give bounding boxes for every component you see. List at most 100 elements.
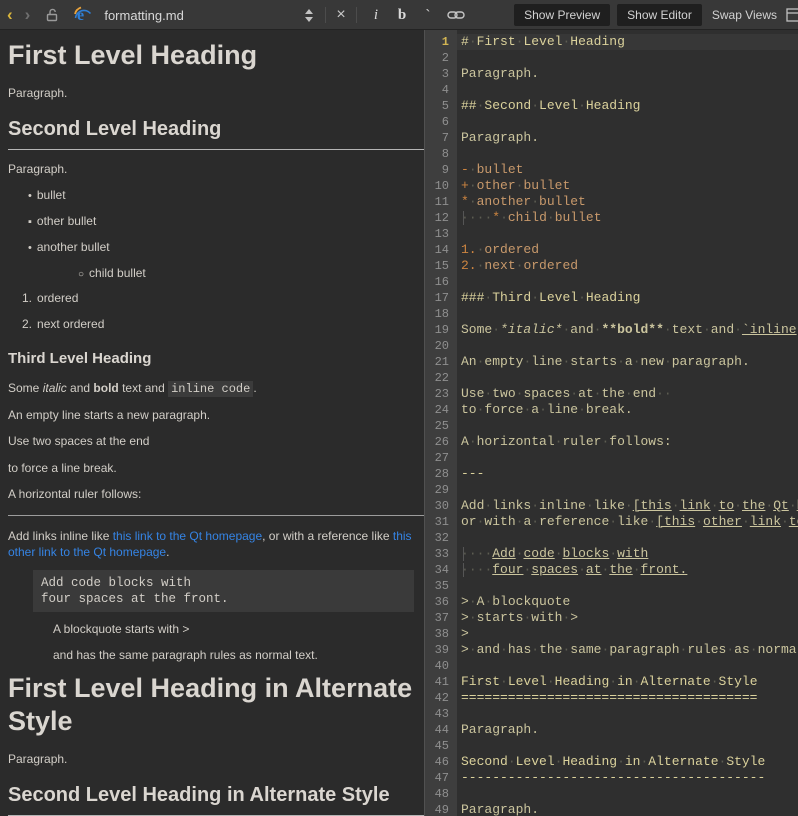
editor-line[interactable] <box>457 274 798 290</box>
editor-line[interactable] <box>457 738 798 754</box>
markdown-preview-pane[interactable]: First Level Heading Paragraph. Second Le… <box>0 30 424 816</box>
editor-line[interactable]: ····Add·code·blocks·with <box>457 546 798 562</box>
editor-line[interactable]: ····*·child·bullet <box>457 210 798 226</box>
line-number: 47 <box>425 770 457 786</box>
editor-line[interactable]: Paragraph. <box>457 66 798 82</box>
open-document-name[interactable]: formatting.md <box>104 8 183 23</box>
editor-line[interactable]: An·empty·line·starts·a·new·paragraph. <box>457 354 798 370</box>
editor-line[interactable]: Use·two·spaces·at·the·end·· <box>457 386 798 402</box>
italic-format-button[interactable]: i <box>363 0 389 30</box>
editor-line[interactable] <box>457 338 798 354</box>
line-number: 45 <box>425 738 457 754</box>
ordered-list-item: 1.ordered <box>8 290 414 306</box>
back-button[interactable]: ‹ <box>7 0 13 30</box>
text-segment: inline code <box>168 381 253 397</box>
line-number: 25 <box>425 418 457 434</box>
line-number: 5 <box>425 98 457 114</box>
line-number: 6 <box>425 114 457 130</box>
line-number: 18 <box>425 306 457 322</box>
editor-line[interactable]: -·bullet <box>457 162 798 178</box>
editor-line[interactable]: >·A·blockquote <box>457 594 798 610</box>
editor-line[interactable]: to·force·a·line·break. <box>457 402 798 418</box>
show-editor-toggle[interactable]: Show Editor <box>617 4 702 26</box>
editor-line[interactable]: --------------------------------------- <box>457 770 798 786</box>
split-view-icon[interactable] <box>786 0 798 30</box>
line-number: 10 <box>425 178 457 194</box>
preview-paragraph: Paragraph. <box>8 161 414 177</box>
line-number: 41 <box>425 674 457 690</box>
close-document-button[interactable]: × <box>332 0 350 30</box>
editor-line[interactable]: Add·links·inline·like·[this·link·to·the·… <box>457 498 798 514</box>
indent-guide <box>463 547 464 561</box>
editor-line[interactable]: >·and·has·the·same·paragraph·rules·as·no… <box>457 642 798 658</box>
editor-line[interactable]: Some·*italic*·and·**bold**·text·and·`inl… <box>457 322 798 338</box>
editor-line[interactable] <box>457 114 798 130</box>
markdown-editor-pane[interactable]: 1234567891011121314151617181920212223242… <box>424 30 798 816</box>
editor-code-area[interactable]: #·First·Level·Heading Paragraph. ##·Second… <box>457 30 798 816</box>
editor-line[interactable]: Paragraph. <box>457 722 798 738</box>
editor-line[interactable] <box>457 50 798 66</box>
editor-line[interactable]: ###·Third·Level·Heading <box>457 290 798 306</box>
lock-icon[interactable] <box>44 0 60 30</box>
editor-line[interactable] <box>457 450 798 466</box>
editor-line[interactable] <box>457 146 798 162</box>
toolbar-separator <box>356 7 357 23</box>
swap-views-button[interactable]: Swap Views <box>712 8 777 22</box>
editor-line[interactable] <box>457 418 798 434</box>
line-number: 15 <box>425 258 457 274</box>
editor-line[interactable]: or·with·a·reference·like·[this·other·lin… <box>457 514 798 530</box>
editor-line[interactable]: First·Level·Heading·in·Alternate·Style <box>457 674 798 690</box>
editor-line[interactable]: Paragraph. <box>457 130 798 146</box>
editor-line[interactable]: Second·Level·Heading·in·Alternate·Style <box>457 754 798 770</box>
editor-line[interactable]: >·starts·with·> <box>457 610 798 626</box>
editor-line[interactable]: 2.·next·ordered <box>457 258 798 274</box>
editor-line[interactable]: 1.·ordered <box>457 242 798 258</box>
editor-line[interactable]: Paragraph. <box>457 802 798 816</box>
indent-guide <box>463 211 464 225</box>
editor-line[interactable] <box>457 706 798 722</box>
editor-line[interactable]: --- <box>457 466 798 482</box>
line-number: 3 <box>425 66 457 82</box>
forward-button[interactable]: › <box>25 0 31 30</box>
editor-line[interactable]: #·First·Level·Heading <box>457 34 798 50</box>
document-dropdown-icon[interactable] <box>305 0 313 30</box>
line-number: 9 <box>425 162 457 178</box>
editor-line[interactable]: ····four·spaces·at·the·front. <box>457 562 798 578</box>
text-segment[interactable]: this link to the Qt homepage <box>113 529 262 543</box>
editor-line[interactable]: ##·Second·Level·Heading <box>457 98 798 114</box>
line-number: 48 <box>425 786 457 802</box>
editor-line[interactable]: +·other·bullet <box>457 178 798 194</box>
link-format-button[interactable] <box>441 0 471 30</box>
line-number: 12 <box>425 210 457 226</box>
editor-line[interactable] <box>457 306 798 322</box>
toolbar-separator <box>325 7 326 23</box>
line-number: 1 <box>425 34 457 50</box>
editor-line[interactable] <box>457 370 798 386</box>
editor-line[interactable]: > <box>457 626 798 642</box>
preview-paragraph: to force a line break. <box>8 460 414 476</box>
bullet-marker: ○ <box>78 268 84 282</box>
editor-line[interactable]: A·horizontal·ruler·follows: <box>457 434 798 450</box>
preview-ordered-list: 1.ordered2.next ordered <box>8 290 414 331</box>
line-number: 11 <box>425 194 457 210</box>
show-preview-toggle[interactable]: Show Preview <box>514 4 610 26</box>
editor-line[interactable]: *·another·bullet <box>457 194 798 210</box>
preview-h2: Second Level Heading <box>8 116 424 150</box>
editor-line[interactable]: ====================================== <box>457 690 798 706</box>
code-format-button[interactable]: ` <box>415 0 441 30</box>
editor-line[interactable] <box>457 82 798 98</box>
line-number: 34 <box>425 562 457 578</box>
preview-paragraph: Paragraph. <box>8 85 414 101</box>
bold-format-button[interactable]: b <box>389 0 415 30</box>
line-number: 32 <box>425 530 457 546</box>
bullet-list-item: •bullet <box>8 187 414 204</box>
line-number: 42 <box>425 690 457 706</box>
editor-line[interactable] <box>457 482 798 498</box>
indent-guide <box>463 563 464 577</box>
editor-line[interactable] <box>457 658 798 674</box>
editor-line[interactable] <box>457 530 798 546</box>
editor-line[interactable] <box>457 226 798 242</box>
text-segment: , or with a reference like <box>262 529 393 543</box>
editor-line[interactable] <box>457 786 798 802</box>
editor-line[interactable] <box>457 578 798 594</box>
